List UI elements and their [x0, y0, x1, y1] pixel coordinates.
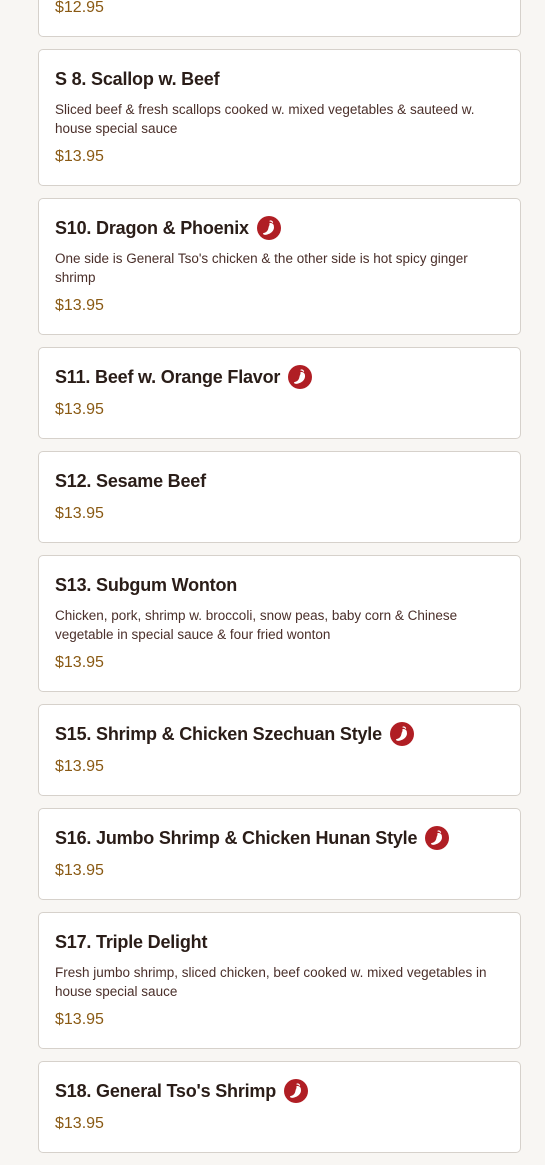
menu-item-title-row: S17. Triple Delight — [55, 929, 504, 955]
menu-item-card[interactable]: S18. General Tso's Shrimp $13.95 — [38, 1061, 521, 1153]
menu-item-title: S10. Dragon & Phoenix — [55, 217, 249, 238]
menu-item-title: S11. Beef w. Orange Flavor — [55, 366, 281, 387]
menu-item-title: S15. Shrimp & Chicken Szechuan Style — [55, 723, 382, 744]
chili-pepper-icon — [389, 722, 414, 746]
menu-item-title-row: S16. Jumbo Shrimp & Chicken Hunan Style — [55, 825, 504, 851]
menu-item-title: S16. Jumbo Shrimp & Chicken Hunan Style — [55, 827, 418, 848]
chili-pepper-icon — [284, 1079, 309, 1103]
menu-item-title: S13. Subgum Wonton — [55, 574, 238, 595]
menu-item-price: $13.95 — [55, 148, 104, 165]
menu-item-price: $13.95 — [55, 505, 104, 522]
menu-item-list: $12.95 S 8. Scallop w. Beef Sliced beef … — [38, 0, 521, 1165]
menu-item-card[interactable]: S16. Jumbo Shrimp & Chicken Hunan Style … — [38, 808, 521, 900]
menu-item-price: $12.95 — [55, 0, 104, 16]
menu-item-title-row: S13. Subgum Wonton — [55, 572, 504, 598]
menu-item-title-row: S15. Shrimp & Chicken Szechuan Style — [55, 721, 504, 747]
menu-item-description: Chicken, pork, shrimp w. broccoli, snow … — [55, 608, 458, 642]
chili-pepper-icon — [425, 826, 450, 850]
menu-item-title: S18. General Tso's Shrimp — [55, 1080, 277, 1101]
menu-item-description: One side is General Tso's chicken & the … — [55, 251, 468, 285]
menu-item-title: S 8. Scallop w. Beef — [55, 68, 220, 89]
menu-item-title-row: S11. Beef w. Orange Flavor — [55, 364, 504, 390]
menu-item-card[interactable]: S 8. Scallop w. Beef Sliced beef & fresh… — [38, 49, 521, 186]
menu-item-card[interactable]: $12.95 — [38, 0, 521, 37]
menu-item-title-row: S 8. Scallop w. Beef — [55, 66, 504, 92]
menu-item-price: $13.95 — [55, 401, 104, 418]
menu-item-card[interactable]: S13. Subgum Wonton Chicken, pork, shrimp… — [38, 555, 521, 692]
menu-item-title: S17. Triple Delight — [55, 931, 208, 952]
menu-item-title-row: S10. Dragon & Phoenix — [55, 215, 504, 241]
menu-item-price: $13.95 — [55, 1011, 104, 1028]
menu-item-price: $13.95 — [55, 297, 104, 314]
menu-item-price: $13.95 — [55, 862, 104, 879]
menu-item-card[interactable]: S11. Beef w. Orange Flavor $13.95 — [38, 347, 521, 439]
menu-item-card[interactable]: S17. Triple Delight Fresh jumbo shrimp, … — [38, 912, 521, 1049]
menu-item-card[interactable]: S12. Sesame Beef $13.95 — [38, 451, 521, 543]
menu-item-card[interactable]: S10. Dragon & Phoenix One side is Genera… — [38, 198, 521, 335]
menu-item-price: $13.95 — [55, 1115, 104, 1132]
menu-item-card[interactable]: S15. Shrimp & Chicken Szechuan Style $13… — [38, 704, 521, 796]
menu-item-price: $13.95 — [55, 654, 104, 671]
chili-pepper-icon — [256, 216, 281, 240]
menu-item-title: S12. Sesame Beef — [55, 470, 206, 491]
menu-item-title-row: S12. Sesame Beef — [55, 468, 504, 494]
menu-item-price: $13.95 — [55, 758, 104, 775]
menu-item-description: Fresh jumbo shrimp, sliced chicken, beef… — [55, 965, 487, 999]
menu-item-description: Sliced beef & fresh scallops cooked w. m… — [55, 102, 475, 136]
menu-item-title-row: S18. General Tso's Shrimp — [55, 1078, 504, 1104]
chili-pepper-icon — [288, 365, 313, 389]
